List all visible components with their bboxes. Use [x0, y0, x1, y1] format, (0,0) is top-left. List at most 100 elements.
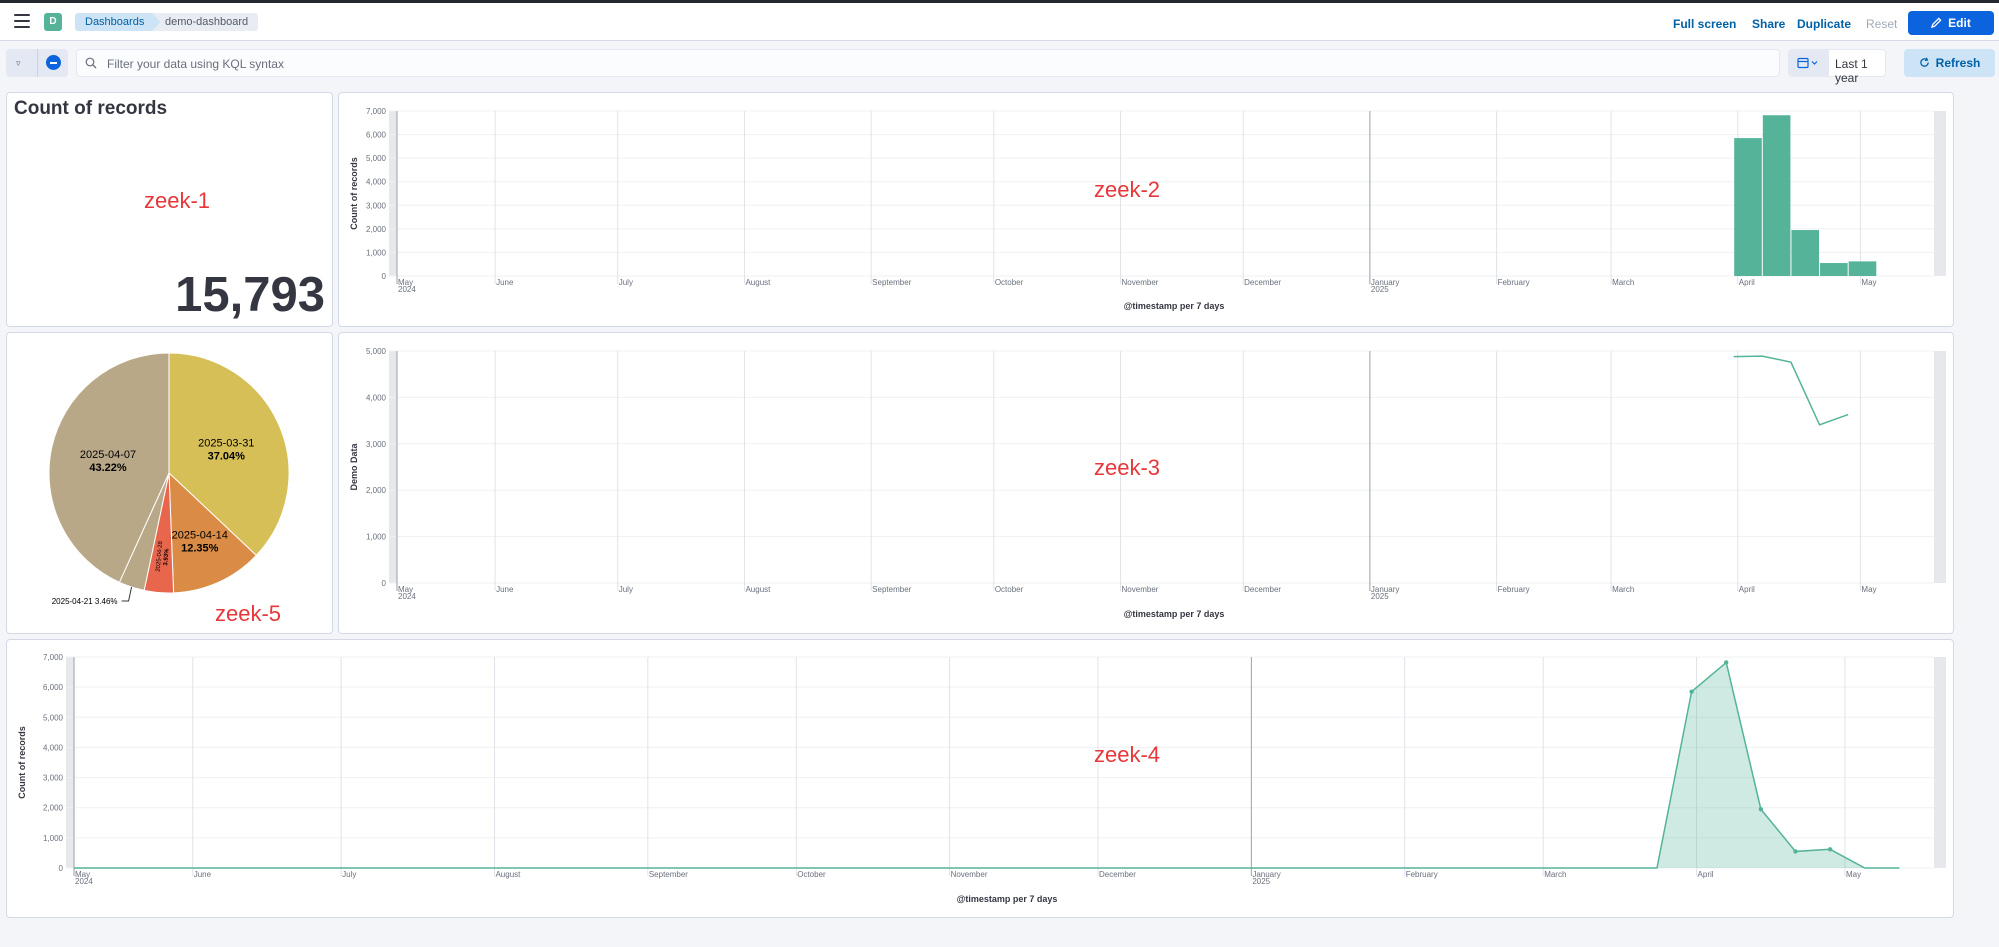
breadcrumb-dashboards[interactable]: Dashboards — [75, 13, 160, 31]
y-tick-label: 5,000 — [43, 713, 64, 722]
refresh-button[interactable]: Refresh — [1904, 49, 1995, 77]
slice-percent: 37.04% — [208, 450, 246, 462]
header-bar: D demo-dashboard Dashboards Full screen … — [0, 3, 1999, 41]
bar[interactable] — [1791, 230, 1820, 276]
area-chart: 0 1,000 2,000 3,000 4,000 5,000 6,000 7,000 May 2… — [17, 653, 1946, 904]
x-tick-label: June — [496, 278, 514, 287]
series-line[interactable] — [74, 661, 1900, 869]
search-icon — [85, 57, 97, 69]
x-tick-label: July — [619, 585, 633, 594]
x-tick-year: 2024 — [75, 877, 93, 886]
y-tick-label: 2,000 — [43, 804, 64, 813]
y-tick-label: 5,000 — [366, 154, 387, 163]
panel-annotation-zeek-4: zeek-4 — [1094, 742, 1161, 767]
x-tick-label: May — [1861, 585, 1876, 594]
share-button[interactable]: Share — [1752, 17, 1785, 31]
duplicate-button[interactable]: Duplicate — [1797, 17, 1851, 31]
breadcrumb-current: demo-dashboard — [147, 13, 259, 31]
menu-icon[interactable] — [14, 14, 30, 28]
data-point[interactable] — [1793, 849, 1798, 854]
x-tick-label: April — [1739, 585, 1755, 594]
metric-value: 15,793 — [175, 268, 325, 322]
x-tick-label: August — [745, 585, 771, 594]
x-tick-label: March — [1544, 870, 1566, 879]
pie-chart: 2025-03-3137.04% 2025-04-1412.35% 2025-04-… — [48, 352, 290, 606]
x-tick-label: March — [1612, 585, 1634, 594]
filter-controls: ▿ — [6, 49, 68, 77]
x-tick-label: December — [1244, 278, 1281, 287]
x-tick-label: March — [1612, 278, 1634, 287]
filter-icon[interactable]: ▿ — [16, 58, 21, 69]
bar[interactable] — [1820, 263, 1848, 276]
slice-leader-line — [121, 586, 133, 602]
edit-label: Edit — [1948, 16, 1971, 30]
x-axis-title: @timestamp per 7 days — [1124, 301, 1225, 311]
y-tick-label: 1,000 — [366, 533, 387, 542]
x-tick-year: 2024 — [398, 285, 416, 294]
x-tick-label: February — [1406, 870, 1438, 879]
data-point[interactable] — [1689, 689, 1694, 694]
x-tick-label: February — [1498, 585, 1530, 594]
slice-percent: 12.35% — [181, 543, 219, 555]
y-tick-label: 6,000 — [43, 683, 64, 692]
x-tick-label: September — [649, 870, 688, 879]
full-screen-button[interactable]: Full screen — [1673, 17, 1736, 31]
y-tick-label: 4,000 — [43, 743, 64, 752]
panel-annotation-zeek-5: zeek-5 — [215, 601, 282, 626]
panel-annotation-zeek-3: zeek-3 — [1094, 455, 1161, 480]
y-axis-title: Demo Data — [349, 443, 359, 491]
x-tick-year: 2025 — [1252, 877, 1270, 886]
data-point[interactable] — [1827, 847, 1833, 852]
x-tick-label: April — [1739, 278, 1755, 287]
x-tick-label: October — [995, 585, 1024, 594]
x-tick-label: May — [1846, 870, 1861, 879]
x-tick-label: April — [1698, 870, 1714, 879]
y-axis-title: Count of records — [17, 726, 27, 799]
calendar-icon — [1797, 57, 1818, 69]
x-axis-title: @timestamp per 7 days — [957, 894, 1058, 904]
x-tick-label: August — [495, 870, 521, 879]
kql-search-field[interactable]: Filter your data using KQL syntax — [76, 49, 1780, 77]
calendar-dropdown[interactable] — [1789, 50, 1829, 76]
search-placeholder: Filter your data using KQL syntax — [107, 57, 284, 71]
refresh-icon — [1919, 57, 1929, 67]
domain-start-shade — [389, 351, 397, 583]
bar[interactable] — [1762, 115, 1791, 276]
y-tick-label: 2,000 — [366, 225, 387, 234]
reset-button[interactable]: Reset — [1866, 17, 1897, 31]
data-point[interactable] — [1758, 807, 1764, 812]
domain-start-shade — [66, 657, 74, 868]
y-tick-label: 5,000 — [366, 347, 387, 356]
y-tick-label: 1,000 — [366, 248, 387, 257]
domain-end-shade — [1934, 111, 1946, 276]
y-tick-label: 3,000 — [366, 201, 387, 210]
line-chart: 0 1,000 2,000 3,000 4,000 5,000 May 2024 June Jul… — [349, 347, 1946, 619]
x-tick-label: November — [1122, 278, 1159, 287]
edit-button[interactable]: Edit — [1908, 11, 1994, 35]
x-tick-label: November — [951, 870, 988, 879]
x-tick-label: June — [194, 870, 212, 879]
panel-area-chart: 0 1,000 2,000 3,000 4,000 5,000 6,000 7,000 May 2… — [6, 639, 1954, 918]
y-tick-label: 1,000 — [43, 834, 64, 843]
bar[interactable] — [1734, 138, 1762, 276]
y-tick-label: 0 — [59, 864, 64, 873]
space-avatar[interactable]: D — [44, 13, 62, 31]
data-point[interactable] — [1724, 660, 1729, 665]
x-tick-label: December — [1099, 870, 1136, 879]
time-range-label[interactable]: Last 1 year — [1835, 57, 1885, 85]
slice-label: 2025-04-07 — [80, 449, 136, 461]
slice-percent: 43.22% — [89, 462, 127, 474]
date-picker[interactable]: Last 1 year — [1788, 49, 1886, 85]
domain-end-shade — [1934, 351, 1946, 583]
y-tick-label: 3,000 — [366, 440, 387, 449]
x-tick-year: 2025 — [1371, 285, 1389, 294]
y-axis-title: Count of records — [349, 157, 359, 230]
domain-end-shade — [1934, 657, 1946, 868]
panel-count-metric: Count of records zeek-1 15,793 — [6, 92, 333, 327]
add-filter-icon[interactable] — [46, 55, 61, 70]
bar-chart: 0 1,000 2,000 3,000 4,000 5,000 6,000 7,000 May 2… — [349, 107, 1946, 311]
x-axis-title: @timestamp per 7 days — [1124, 609, 1225, 619]
bar[interactable] — [1848, 261, 1877, 276]
series-line[interactable] — [1733, 355, 1849, 426]
x-tick-label: July — [619, 278, 633, 287]
